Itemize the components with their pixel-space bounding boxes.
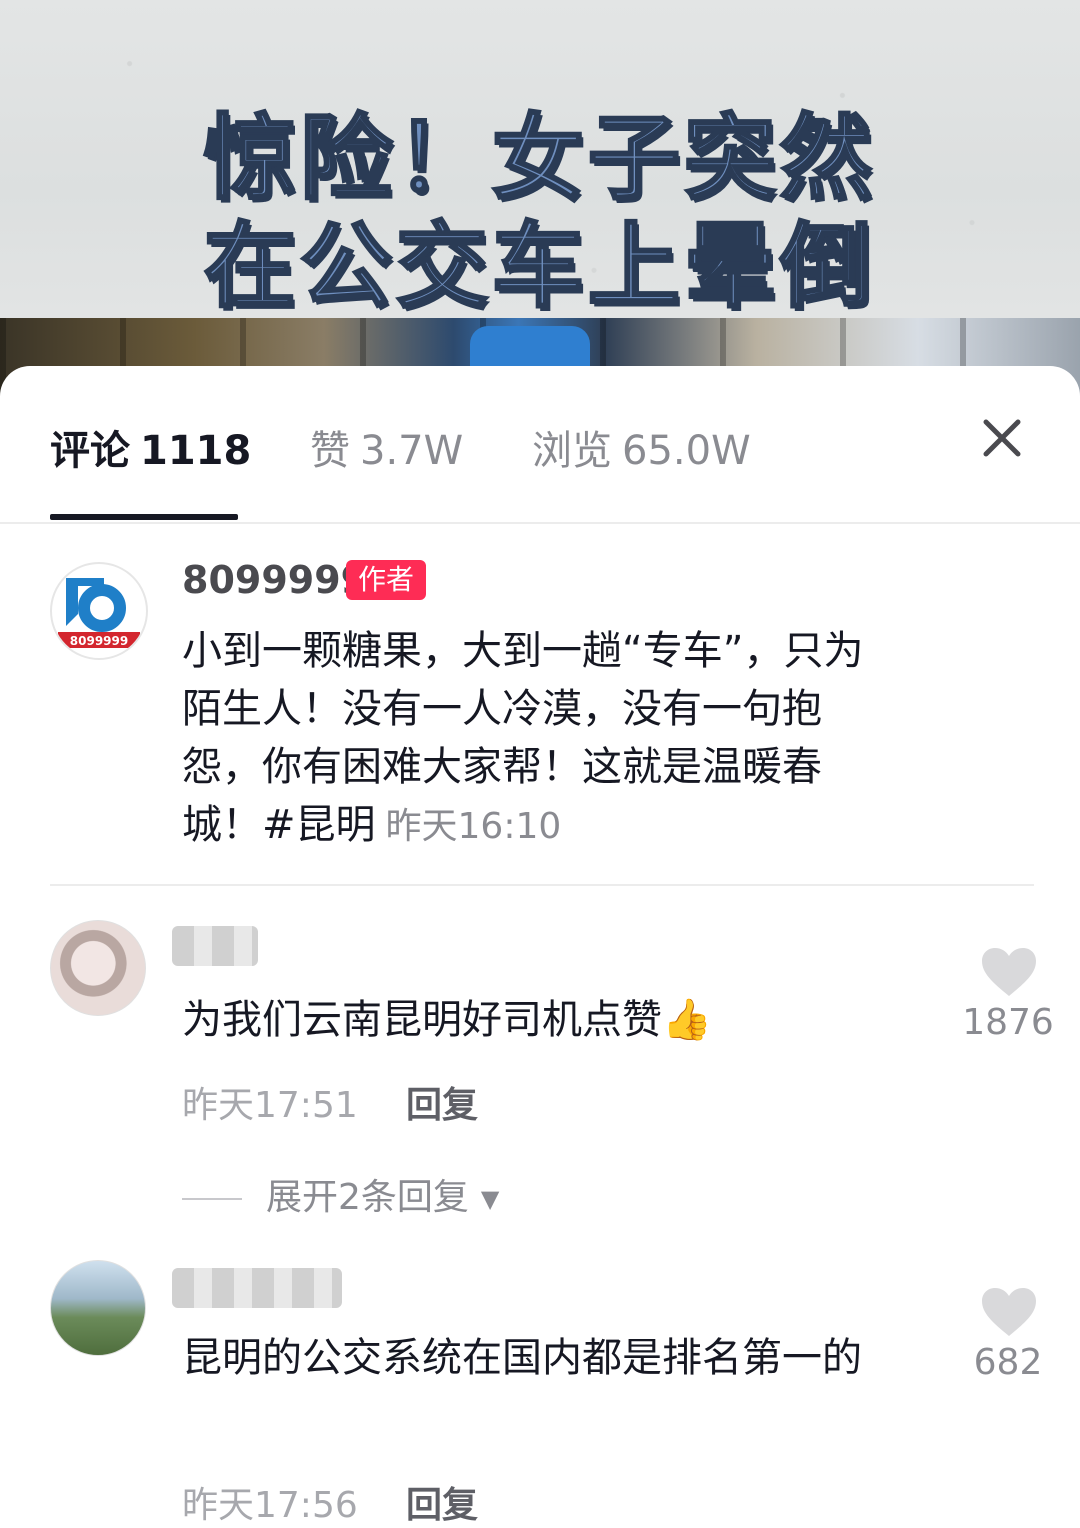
author-post-time: 昨天16:10 — [385, 806, 562, 847]
comment-item: 昆明的公交系统在国内都是排名第一的 昨天17:56 回复 682 — [0, 1246, 1080, 1528]
reply-button[interactable]: 回复 — [406, 1476, 478, 1528]
tab-comments-count: 1118 — [140, 428, 252, 474]
close-button[interactable] — [970, 406, 1034, 470]
comment-item: 为我们云南昆明好司机点赞👍 昨天17:51 回复 1876 展开2条回复 ▼ — [0, 906, 1080, 1246]
tab-likes-label: 赞 — [310, 428, 350, 474]
tab-comments-label: 评论 — [50, 428, 130, 474]
tab-views-label: 浏览 — [532, 428, 612, 474]
comment-username-blurred[interactable] — [172, 926, 258, 966]
heart-icon[interactable] — [980, 946, 1038, 998]
author-post-text: 小到一颗糖果，大到一趟“专车”，只为陌生人！没有一人冷漠，没有一句抱怨，你有困难… — [182, 622, 882, 856]
author-avatar[interactable]: 8099999 — [50, 562, 148, 660]
video-title-line2: 在公交车上晕倒 — [202, 212, 876, 322]
divider — [50, 884, 1034, 886]
tab-likes-count: 3.7W — [360, 428, 464, 474]
tab-comments[interactable]: 评论 1118 — [50, 418, 251, 476]
like-count: 1876 — [962, 1002, 1054, 1043]
video-player[interactable]: 惊险！女子突然 在公交车上晕倒 — [0, 0, 1080, 400]
avatar[interactable] — [50, 1260, 146, 1356]
avatar[interactable] — [50, 920, 146, 1016]
comment-username-blurred[interactable] — [172, 1268, 342, 1308]
active-tab-indicator — [50, 514, 238, 520]
tab-bar: 评论 1118 赞 3.7W 浏览 65.0W — [0, 366, 1080, 524]
comment-time: 昨天17:51 — [182, 1085, 358, 1126]
tab-views-count: 65.0W — [622, 428, 751, 474]
author-post: 8099999 8099999 作者 小到一颗糖果，大到一趟“专车”，只为陌生人… — [0, 526, 1080, 886]
tab-likes[interactable]: 赞 3.7W — [310, 418, 463, 476]
comment-text: 为我们云南昆明好司机点赞👍 — [182, 997, 712, 1043]
comment-text: 昆明的公交系统在国内都是排名第一的 — [182, 1335, 862, 1381]
channel-logo-text: 8099999 — [70, 634, 128, 648]
reply-button[interactable]: 回复 — [406, 1076, 478, 1128]
channel-logo-icon: 8099999 — [58, 578, 140, 648]
author-name[interactable]: 8099999 — [182, 558, 367, 602]
close-icon — [983, 419, 1021, 457]
expand-divider — [182, 1198, 242, 1200]
comment-sheet: 评论 1118 赞 3.7W 浏览 65.0W 8099999 8099999 … — [0, 366, 1080, 1528]
heart-icon[interactable] — [980, 1286, 1038, 1338]
chevron-down-icon: ▼ — [480, 1185, 500, 1213]
author-badge: 作者 — [346, 560, 427, 600]
expand-replies-label: 展开2条回复 — [266, 1177, 469, 1218]
tab-views[interactable]: 浏览 65.0W — [532, 418, 751, 476]
comment-time: 昨天17:56 — [182, 1485, 358, 1526]
expand-replies-button[interactable]: 展开2条回复 ▼ — [182, 1168, 499, 1220]
like-count: 682 — [973, 1342, 1043, 1383]
